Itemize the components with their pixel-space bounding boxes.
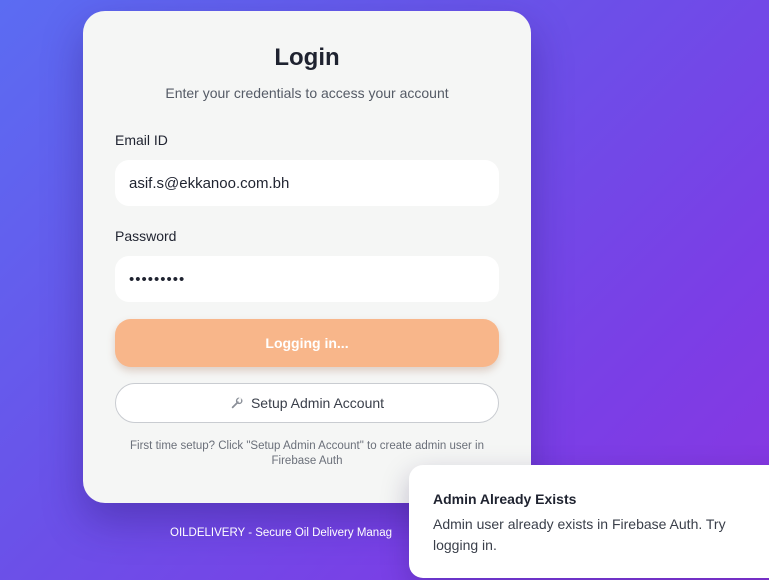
email-field[interactable] xyxy=(115,160,499,206)
login-title: Login xyxy=(274,44,340,71)
setup-admin-label: Setup Admin Account xyxy=(250,395,385,411)
setup-admin-button[interactable]: Setup Admin Account xyxy=(115,383,499,423)
footer-text: OILDELIVERY - Secure Oil Delivery Manag xyxy=(170,527,392,539)
email-label: Email ID xyxy=(115,132,168,148)
password-label: Password xyxy=(115,228,177,244)
password-field[interactable] xyxy=(115,256,499,302)
toast-message: Admin user already exists in Firebase Au… xyxy=(433,516,726,553)
toast-title: Admin Already Exists xyxy=(433,491,577,507)
login-subtitle: Enter your credentials to access your ac… xyxy=(165,85,449,101)
toast-notification: Admin Already Exists Admin user already … xyxy=(409,465,769,578)
wrench-icon xyxy=(231,397,243,409)
login-button[interactable]: Logging in... xyxy=(115,319,499,367)
login-card: Login Enter your credentials to access y… xyxy=(83,11,531,503)
